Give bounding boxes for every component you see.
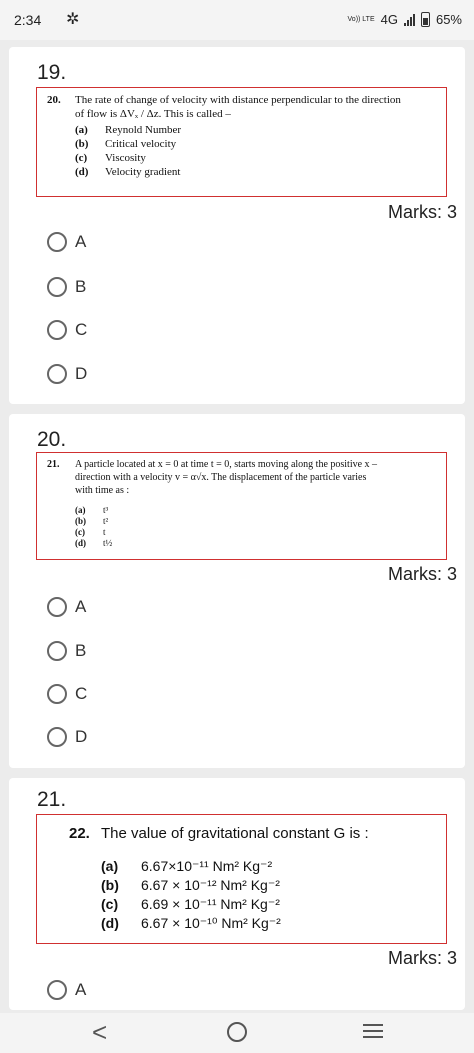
status-bar: 2:34 ✲ Vo)) LTE 4G 65% xyxy=(0,0,474,40)
battery-level: 65% xyxy=(435,12,462,27)
question-card: 20. 21. A particle located at x = 0 at t… xyxy=(9,414,465,768)
option-text: 6.69 × 10⁻¹¹ Nm² Kg⁻² xyxy=(141,896,280,912)
answer-option-b[interactable]: B xyxy=(47,277,86,297)
option-label: (a) xyxy=(75,124,88,136)
answer-option-d[interactable]: D xyxy=(47,727,87,747)
option-label: (b) xyxy=(75,138,89,150)
answer-option-a[interactable]: A xyxy=(47,232,86,252)
radio-button[interactable] xyxy=(47,232,67,252)
option-letter: C xyxy=(75,684,88,703)
question-text: direction with a velocity v = α√x. The d… xyxy=(75,472,367,483)
option-label: (c) xyxy=(101,896,119,912)
radio-button[interactable] xyxy=(47,277,67,297)
radio-button[interactable] xyxy=(47,597,67,617)
option-letter: D xyxy=(75,364,88,383)
option-text: t xyxy=(103,527,106,537)
question-number: 20. xyxy=(37,428,67,451)
radio-button[interactable] xyxy=(47,364,67,384)
option-text: 6.67 × 10⁻¹⁰ Nm² Kg⁻² xyxy=(141,915,281,931)
answer-option-a[interactable]: A xyxy=(47,980,86,1000)
option-label: (a) xyxy=(75,505,86,515)
battery-icon xyxy=(420,12,430,27)
answer-option-d[interactable]: D xyxy=(47,364,87,384)
option-label: (b) xyxy=(101,877,119,893)
status-icons: Vo)) LTE 4G 65% xyxy=(348,12,462,27)
option-letter: B xyxy=(75,277,87,296)
question-index: 21. xyxy=(47,459,60,470)
radio-button[interactable] xyxy=(47,641,67,661)
option-label: (d) xyxy=(75,166,89,178)
clock: 2:34 xyxy=(14,12,42,28)
option-text: 6.67 × 10⁻¹² Nm² Kg⁻² xyxy=(141,877,280,893)
option-text: t² xyxy=(103,516,109,526)
back-icon[interactable]: < xyxy=(92,1017,107,1048)
option-letter: A xyxy=(75,597,87,616)
option-label: (c) xyxy=(75,527,85,537)
option-text: Viscosity xyxy=(105,152,146,164)
home-ring xyxy=(227,1022,247,1042)
question-index: 20. xyxy=(47,94,61,106)
option-text: Reynold Number xyxy=(105,124,182,136)
option-letter: A xyxy=(75,980,87,999)
question-text: with time as : xyxy=(75,485,130,496)
home-icon[interactable] xyxy=(227,1022,247,1042)
gear-icon: ✲ xyxy=(66,11,80,28)
radio-button[interactable] xyxy=(47,980,67,1000)
question-text: of flow is ΔVₓ / Δz. This is called – xyxy=(75,108,231,120)
option-label: (b) xyxy=(75,516,86,526)
option-letter: A xyxy=(75,232,87,251)
option-text: t³ xyxy=(103,505,109,515)
question-number: 19. xyxy=(37,61,67,84)
volte-icon: Vo)) LTE xyxy=(347,16,375,23)
question-card: 19. 20. The rate of change of velocity w… xyxy=(9,47,465,404)
menu-icon[interactable] xyxy=(363,1024,383,1038)
question-index: 22. xyxy=(69,825,90,842)
option-letter: B xyxy=(75,641,87,660)
question-card: 21. 22. The value of gravitational const… xyxy=(9,778,465,1010)
option-label: (d) xyxy=(101,915,119,931)
radio-button[interactable] xyxy=(47,684,67,704)
navigation-bar: < xyxy=(0,1013,474,1053)
option-text: Velocity gradient xyxy=(105,166,181,178)
answer-option-a[interactable]: A xyxy=(47,597,86,617)
option-text: 6.67×10⁻¹¹ Nm² Kg⁻² xyxy=(141,858,273,874)
option-text: Critical velocity xyxy=(105,138,177,150)
question-text: The rate of change of velocity with dist… xyxy=(75,94,401,106)
radio-button[interactable] xyxy=(47,727,67,747)
radio-button[interactable] xyxy=(47,320,67,340)
answer-option-c[interactable]: C xyxy=(47,684,87,704)
signal-icon xyxy=(403,13,415,26)
answer-option-c[interactable]: C xyxy=(47,320,87,340)
question-text: A particle located at x = 0 at time t = … xyxy=(75,459,378,470)
marks-label: Marks: 3 xyxy=(387,202,457,222)
answer-option-b[interactable]: B xyxy=(47,641,86,661)
question-image: 21. A particle located at x = 0 at time … xyxy=(36,452,447,560)
marks-label: Marks: 3 xyxy=(387,564,457,584)
question-image: 20. The rate of change of velocity with … xyxy=(36,87,447,197)
question-text: The value of gravitational constant G is… xyxy=(101,825,369,842)
network-type: 4G xyxy=(380,12,398,27)
marks-label: Marks: 3 xyxy=(387,948,457,968)
option-label: (c) xyxy=(75,152,88,164)
menu-lines xyxy=(363,1024,383,1038)
option-label: (d) xyxy=(75,538,86,548)
option-label: (a) xyxy=(101,858,119,874)
question-image: 22. The value of gravitational constant … xyxy=(36,814,447,944)
option-letter: D xyxy=(75,727,88,746)
option-text: t½ xyxy=(103,538,113,548)
question-number: 21. xyxy=(37,788,67,811)
option-letter: C xyxy=(75,320,88,339)
